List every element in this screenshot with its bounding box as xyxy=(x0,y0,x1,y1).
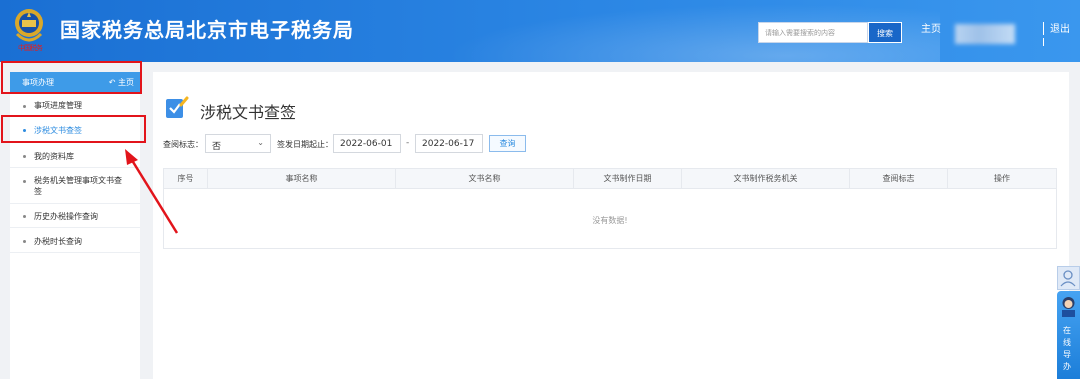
bullet-icon xyxy=(23,215,26,218)
sidebar-item-label: 税务机关管理事项文书查签 xyxy=(34,176,122,196)
sidebar-item-history[interactable]: 历史办税操作查询 xyxy=(10,204,140,228)
sidebar-item-label: 办税时长查询 xyxy=(34,237,82,246)
table-header: 序号 事项名称 文书名称 文书制作日期 文书制作税务机关 查阅标志 操作 xyxy=(164,169,1056,189)
bullet-icon xyxy=(23,240,26,243)
header-divider-lower xyxy=(1043,38,1044,46)
column-header: 文书制作税务机关 xyxy=(682,169,850,189)
column-header: 序号 xyxy=(164,169,208,189)
end-date-input[interactable]: 2022-06-17 xyxy=(415,134,483,153)
search-input[interactable]: 请输入需要搜索的内容 xyxy=(758,22,868,43)
document-check-icon xyxy=(166,96,189,118)
header-divider xyxy=(1043,22,1044,35)
sidebar-item-my-library[interactable]: 我的资料库 xyxy=(10,144,140,168)
bullet-icon xyxy=(23,180,26,183)
documents-table: 序号 事项名称 文书名称 文书制作日期 文书制作税务机关 查阅标志 操作 没有数… xyxy=(163,168,1057,249)
chevron-down-icon: ⌄ xyxy=(257,138,264,147)
customer-service-button[interactable] xyxy=(1057,266,1080,290)
sidebar-item-duration[interactable]: 办税时长查询 xyxy=(10,229,140,253)
annotation-highlight-box xyxy=(1,61,142,94)
date-separator: - xyxy=(406,138,410,148)
tax-emblem-icon xyxy=(15,9,43,42)
online-guide-label: 在线导办 xyxy=(1063,326,1071,371)
emblem-label: 中国税务 xyxy=(18,44,43,52)
empty-table-message: 没有数据! xyxy=(592,216,628,225)
sidebar-item-label: 历史办税操作查询 xyxy=(34,212,98,221)
home-link[interactable]: 主页 xyxy=(921,20,941,35)
online-guide-button[interactable]: 在线导办 xyxy=(1057,291,1080,379)
column-header: 操作 xyxy=(994,174,1010,183)
date-range-label: 签发日期起止： xyxy=(277,140,333,149)
main-panel: 涉税文书查签 查阅标志： 否 ⌄ 签发日期起止： 2022-06-01 - 20… xyxy=(153,72,1069,379)
check-flag-value: 否 xyxy=(212,142,222,152)
site-title: 国家税务总局北京市电子税务局 xyxy=(60,18,354,42)
sidebar-item-progress[interactable]: 事项进度管理 xyxy=(10,94,140,116)
bullet-icon xyxy=(23,105,26,108)
check-flag-select[interactable]: 否 ⌄ xyxy=(205,134,271,153)
bullet-icon xyxy=(23,155,26,158)
start-date-input[interactable]: 2022-06-01 xyxy=(333,134,401,153)
page-title: 涉税文书查签 xyxy=(200,103,297,122)
column-header: 文书制作日期 xyxy=(574,169,682,189)
column-header: 事项名称 xyxy=(208,169,396,189)
agent-avatar-icon xyxy=(1062,297,1075,317)
sidebar-item-label: 事项进度管理 xyxy=(34,101,82,110)
column-header: 查阅标志 xyxy=(850,169,948,189)
top-header: 中国税务 国家税务总局北京市电子税务局 请输入需要搜索的内容 搜索 主页 退出 xyxy=(0,0,1080,62)
user-icon xyxy=(1060,270,1076,287)
query-button[interactable]: 查询 xyxy=(489,135,526,152)
sidebar-item-authority-documents[interactable]: 税务机关管理事项文书查签 xyxy=(10,169,140,204)
logout-link[interactable]: 退出 xyxy=(1050,20,1070,35)
column-header: 文书名称 xyxy=(396,169,574,189)
user-name-blurred xyxy=(955,24,1015,44)
annotation-highlight-box xyxy=(1,115,146,143)
search-button[interactable]: 搜索 xyxy=(868,22,902,43)
check-flag-label: 查阅标志： xyxy=(163,140,203,149)
sidebar-item-label: 我的资料库 xyxy=(34,152,74,161)
